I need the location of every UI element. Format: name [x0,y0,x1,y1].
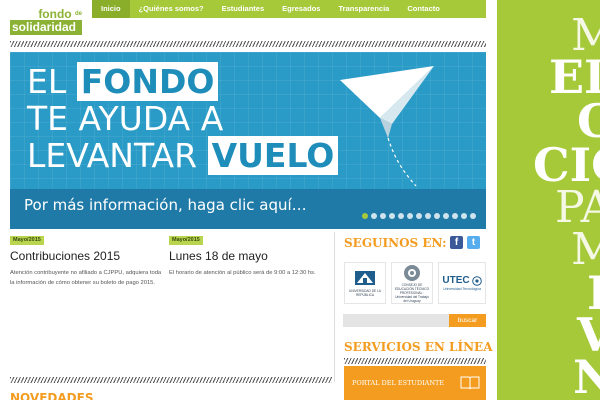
side-promo-banner: M EL C CIC PA M L V N [497,0,600,400]
partner-utec[interactable]: UTEC Universidad Tecnológica [438,262,486,304]
partner-utu[interactable]: CONSEJO DE EDUCACIÓN TÉCNICO PROFESIONAL… [391,262,433,304]
nav-item-contacto[interactable]: Contacto [398,0,449,18]
slider-dot[interactable] [380,213,386,219]
hero-line-3: LEVANTAR VUELO [27,136,339,175]
logo-top-text: fondo de [38,7,82,21]
news-date-badge: Mayo/2015 [169,236,203,245]
partner-udelar[interactable]: UNIVERSIDAD DE LA REPÚBLICA [344,262,386,304]
slider-dot[interactable] [398,213,404,219]
slider-dot[interactable] [362,213,368,219]
slider-dot[interactable] [389,213,395,219]
book-icon [460,376,480,389]
news-date-badge: Mayo/2015 [10,236,44,245]
hero-cta-link[interactable]: Por más información, haga clic aquí… [24,196,307,214]
news-divider [10,377,332,383]
nav-item-transparencia[interactable]: Transparencia [329,0,398,18]
slider-dot[interactable] [434,213,440,219]
slider-dot[interactable] [407,213,413,219]
search-button[interactable]: buscar [449,314,486,327]
hero-banner[interactable]: EL FONDO TE AYUDA A LEVANTAR VUELO Por m… [10,52,486,229]
logo-bottom-text: solidaridad [10,20,82,35]
slider-dot[interactable] [416,213,422,219]
student-portal-button[interactable]: PORTAL DEL ESTUDIANTE [344,366,486,400]
utu-logo-icon [404,265,420,281]
main-nav: Inicio ¿Quiénes somos? Estudiantes Egres… [92,0,486,18]
services-divider [344,358,486,364]
news-text: Atención contribuyente no afiliado a CJP… [10,270,162,286]
column-divider [334,232,335,382]
student-portal-label: PORTAL DEL ESTUDIANTE [352,379,445,387]
paper-plane-icon [340,66,434,187]
side-word: N [573,350,600,400]
utec-logo-icon: UTEC [442,275,482,287]
twitter-icon[interactable]: t [467,236,480,249]
nav-item-estudiantes[interactable]: Estudiantes [213,0,274,18]
site-logo[interactable]: fondo de solidaridad [10,8,82,38]
udelar-logo-icon [355,271,375,285]
nav-item-quienes-somos[interactable]: ¿Quiénes somos? [130,0,213,18]
hero-line-2: TE AYUDA A [27,99,224,138]
slider-dots [362,213,476,219]
facebook-icon[interactable]: f [450,236,463,249]
nav-item-inicio[interactable]: Inicio [92,0,130,18]
slider-dot[interactable] [371,213,377,219]
hero-line-1: EL FONDO [27,62,219,101]
slider-dot[interactable] [470,213,476,219]
partner-utu-name: CONSEJO DE EDUCACIÓN TÉCNICO PROFESIONAL… [394,283,430,303]
novedades-heading: NOVEDADES [10,391,94,400]
slider-dot[interactable] [443,213,449,219]
nav-item-egresados[interactable]: Egresados [273,0,329,18]
slider-dot[interactable] [425,213,431,219]
news-title[interactable]: Contribuciones 2015 [10,249,120,263]
partner-udelar-name: UNIVERSIDAD DE LA REPÚBLICA [349,289,381,297]
search-input[interactable] [343,314,449,327]
services-heading: SERVICIOS EN LÍNEA [344,340,493,354]
utec-wordmark: UTEC [442,275,470,286]
news-title[interactable]: Lunes 18 de mayo [169,249,268,263]
utec-emblem-icon [471,276,482,286]
follow-heading: SEGUINOS EN: [344,236,447,250]
slider-dot[interactable] [461,213,467,219]
header-divider [10,41,486,47]
slider-dot[interactable] [452,213,458,219]
news-text: El horario de atención al público será d… [169,270,316,276]
utec-subtitle: Universidad Tecnológica [443,287,481,291]
